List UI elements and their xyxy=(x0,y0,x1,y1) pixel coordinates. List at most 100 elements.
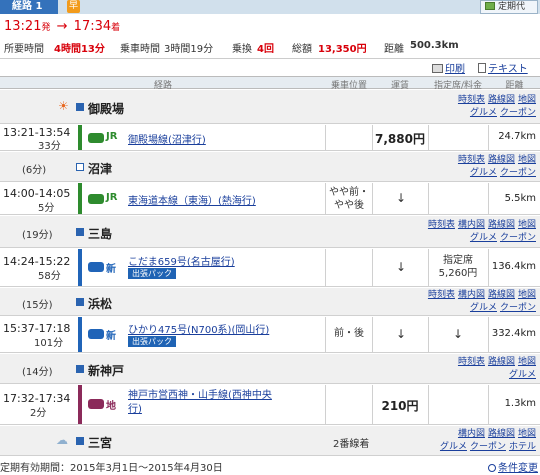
boarding-position: やや前・やや後 xyxy=(329,187,369,211)
line-link[interactable]: 神戸市営西神・山手線(西神中央行) xyxy=(128,389,278,417)
map-link[interactable]: 地図 xyxy=(518,220,536,230)
col-divider xyxy=(372,317,373,352)
route-map-link[interactable]: 路線図 xyxy=(488,220,515,230)
coupon-link[interactable]: クーポン xyxy=(500,168,536,178)
route-map-link[interactable]: 路線図 xyxy=(488,95,515,105)
total-fare-label: 総額 xyxy=(292,44,312,55)
route-map-link[interactable]: 路線図 xyxy=(488,357,515,367)
col-divider xyxy=(428,183,429,214)
segment-distance: 136.4km xyxy=(491,261,536,272)
col-divider xyxy=(488,183,489,214)
text-link[interactable]: テキスト xyxy=(478,60,528,75)
coupon-link[interactable]: クーポン xyxy=(470,442,506,452)
line-link[interactable]: 東海道本線（東海）(熱海行) xyxy=(128,192,256,207)
col-divider xyxy=(325,385,326,424)
coupon-link[interactable]: クーポン xyxy=(500,108,536,118)
gourmet-link[interactable]: グルメ xyxy=(470,233,497,243)
station-marker xyxy=(76,298,84,306)
gourmet-link[interactable]: グルメ xyxy=(470,108,497,118)
map-link[interactable]: 地図 xyxy=(518,155,536,165)
timetable-link[interactable]: 時刻表 xyxy=(458,155,485,165)
gourmet-link[interactable]: グルメ xyxy=(440,442,467,452)
coupon-link[interactable]: クーポン xyxy=(500,303,536,313)
action-bar: 印刷 テキスト xyxy=(0,58,540,75)
timetable-link[interactable]: 時刻表 xyxy=(458,357,485,367)
station-marker xyxy=(76,437,84,445)
rail-line xyxy=(78,183,82,214)
station-row: (6分) 沼津 時刻表 路線図 地図 グルメ クーポン xyxy=(0,152,540,182)
route-map-link[interactable]: 路線図 xyxy=(488,290,515,300)
gourmet-link[interactable]: グルメ xyxy=(509,370,536,380)
gourmet-link[interactable]: グルメ xyxy=(470,168,497,178)
timetable-link[interactable]: 時刻表 xyxy=(428,220,455,230)
reserved-seat-fare: 指定席 5,260円 xyxy=(438,255,478,279)
col-divider xyxy=(428,317,429,352)
station-row: (14分) 新神戸 時刻表 路線図 地図 グルメ xyxy=(0,354,540,384)
segment-fare: 210円 xyxy=(381,399,419,413)
station-map-link[interactable]: 構内図 xyxy=(458,429,485,439)
fastest-badge: 早 xyxy=(67,0,80,13)
segment-row: 14:24-15:22 58分 新 こだま659号(名古屋行) 出張パック ↓ … xyxy=(0,249,540,287)
line-link[interactable]: こだま659号(名古屋行) xyxy=(128,253,235,268)
segment-distance: 5.5km xyxy=(504,193,536,204)
transfer-label: 乗換 xyxy=(232,44,252,55)
station-map-link[interactable]: 構内図 xyxy=(458,290,485,300)
print-link[interactable]: 印刷 xyxy=(432,60,465,75)
station-row: ☀ 御殿場 時刻表 路線図 地図 グルメ クーポン xyxy=(0,90,540,124)
station-name: 御殿場 xyxy=(88,102,125,116)
station-links: 時刻表 路線図 地図 グルメ xyxy=(455,356,536,382)
change-conditions-link[interactable]: 条件変更 xyxy=(488,459,538,474)
time-arrow: → xyxy=(56,19,68,34)
route-map-link[interactable]: 路線図 xyxy=(488,429,515,439)
station-row: ☁ 三宮 2番線着 構内図 路線図 地図 グルメ クーポン ホテル xyxy=(0,426,540,456)
station-name: 三宮 xyxy=(88,436,113,450)
timetable-link[interactable]: 時刻表 xyxy=(458,95,485,105)
col-divider xyxy=(428,249,429,286)
map-link[interactable]: 地図 xyxy=(518,429,536,439)
station-links: 時刻表 路線図 地図 グルメ クーポン xyxy=(455,94,536,120)
station-name: 沼津 xyxy=(88,162,113,176)
route-tab[interactable]: 経路 1 xyxy=(0,0,58,14)
station-links: 時刻表 路線図 地図 グルメ クーポン xyxy=(455,154,536,180)
route-map-link[interactable]: 路線図 xyxy=(488,155,515,165)
map-link[interactable]: 地図 xyxy=(518,290,536,300)
change-conditions-label[interactable]: 条件変更 xyxy=(498,463,538,474)
station-links: 時刻表 構内図 路線図 地図 グルメ クーポン xyxy=(425,219,536,245)
text-label[interactable]: テキスト xyxy=(488,64,528,75)
printer-icon xyxy=(432,64,443,73)
total-time-label: 所要時間 xyxy=(4,44,44,55)
col-divider xyxy=(488,249,489,286)
print-label[interactable]: 印刷 xyxy=(445,64,465,75)
map-link[interactable]: 地図 xyxy=(518,357,536,367)
business-pack-badge[interactable]: 出張パック xyxy=(128,336,176,347)
business-pack-badge[interactable]: 出張パック xyxy=(128,268,176,279)
col-divider xyxy=(488,385,489,424)
map-link[interactable]: 地図 xyxy=(518,95,536,105)
company-label: JR xyxy=(106,131,118,142)
line-link[interactable]: ひかり475号(N700系)(岡山行) xyxy=(128,321,269,336)
segment-row: 15:37-17:18 101分 新 ひかり475号(N700系)(岡山行) 出… xyxy=(0,317,540,353)
segment-duration: 2分 xyxy=(30,408,47,419)
commuter-pass-icon xyxy=(485,2,495,10)
gourmet-link[interactable]: グルメ xyxy=(470,303,497,313)
fare-continue-arrow: ↓ xyxy=(396,260,407,274)
departure-time: 13:21 xyxy=(4,19,42,34)
station-map-link[interactable]: 構内図 xyxy=(458,220,485,230)
col-divider xyxy=(428,125,429,150)
train-icon xyxy=(88,133,104,143)
segment-distance: 24.7km xyxy=(498,131,536,142)
col-divider xyxy=(325,249,326,286)
hotel-link[interactable]: ホテル xyxy=(509,442,536,452)
line-link[interactable]: 御殿場線(沼津行) xyxy=(128,131,206,146)
arrival-suffix: 着 xyxy=(111,23,121,33)
segment-row: 17:32-17:34 2分 地 神戸市営西神・山手線(西神中央行) 210円 … xyxy=(0,385,540,425)
segment-distance: 1.3km xyxy=(504,398,536,409)
station-row: (19分) 三島 時刻表 構内図 路線図 地図 グルメ クーポン xyxy=(0,216,540,248)
teiki-button[interactable]: 定期代 xyxy=(480,0,538,14)
company-label: 新 xyxy=(106,331,116,342)
timetable-link[interactable]: 時刻表 xyxy=(428,290,455,300)
coupon-link[interactable]: クーポン xyxy=(500,233,536,243)
col-divider xyxy=(428,385,429,424)
segment-duration: 5分 xyxy=(38,203,55,214)
boarding-position: 前・後 xyxy=(334,328,364,339)
